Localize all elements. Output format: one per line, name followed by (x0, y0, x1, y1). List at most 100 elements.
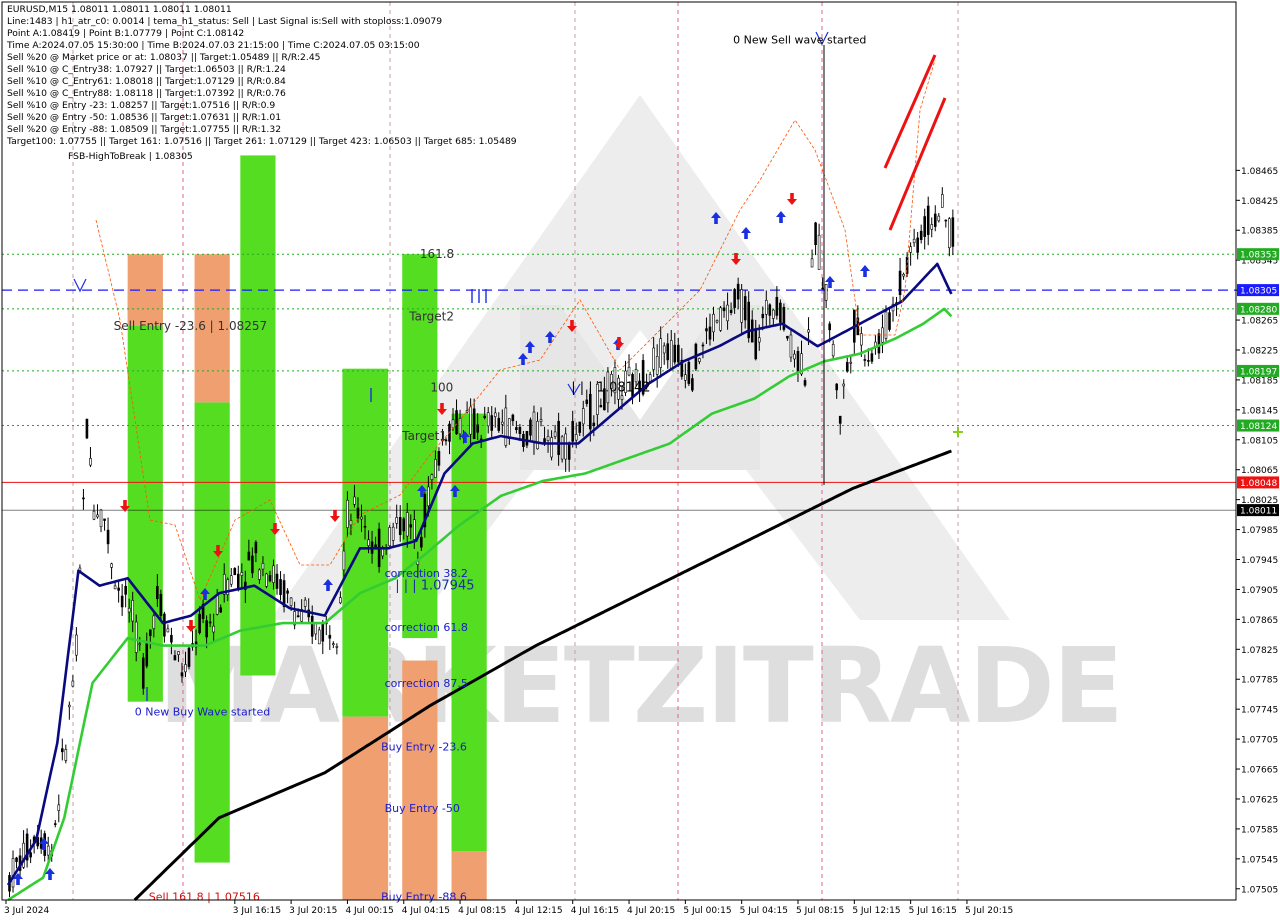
x-tick-label: 5 Jul 12:15 (852, 906, 900, 916)
candle-body (599, 405, 603, 408)
x-tick-label: 5 Jul 16:15 (909, 906, 957, 916)
candle-body (529, 419, 532, 436)
candle-body (933, 213, 937, 227)
candle-body (757, 337, 761, 343)
level-label: correction 61.8 (385, 621, 468, 634)
candle-body (500, 421, 504, 425)
y-tick-label: 1.08105 (1241, 436, 1278, 446)
y-tick-label: 1.07825 (1241, 646, 1278, 656)
price-tag-label: 1.08124 (1240, 422, 1277, 432)
y-tick-label: 1.08065 (1241, 466, 1278, 476)
candle-body (814, 222, 817, 246)
candle-body (585, 399, 589, 404)
candle-body (303, 599, 307, 607)
candle-body (11, 858, 15, 888)
x-tick-label: 3 Jul 2024 (4, 906, 49, 916)
fib-zone (342, 368, 389, 717)
candle-body (247, 551, 251, 561)
candle-body (469, 406, 472, 435)
candle-body (824, 283, 828, 301)
candle-body (772, 309, 775, 319)
candle-body (187, 647, 191, 667)
y-tick-label: 1.07985 (1241, 526, 1278, 536)
candle-body (465, 410, 469, 413)
candle-body (733, 289, 736, 308)
candle-body (708, 326, 712, 340)
candle-body (177, 651, 180, 655)
candle-body (346, 499, 349, 528)
y-tick-label: 1.07745 (1241, 706, 1278, 716)
x-tick-label: 5 Jul 04:15 (740, 906, 788, 916)
candle-body (296, 615, 300, 618)
candle-body (564, 433, 567, 460)
x-tick-label: 4 Jul 16:15 (571, 906, 619, 916)
candle-body (504, 407, 508, 446)
candle-body (233, 568, 237, 576)
x-tick-label: 3 Jul 16:15 (233, 906, 281, 916)
candle-body (339, 597, 342, 604)
candle-body (789, 334, 793, 358)
candle-body (219, 607, 222, 613)
candle-body (881, 327, 884, 343)
candle-body (490, 415, 494, 431)
candle-body (15, 857, 18, 862)
candle-body (96, 514, 99, 518)
candle-body (430, 474, 434, 480)
candle-body (395, 517, 399, 524)
candle-body (124, 585, 127, 595)
info-line: Sell %10 @ Entry -23: 1.08257 || Target:… (7, 100, 276, 111)
candle-body (60, 748, 64, 753)
y-tick-label: 1.08265 (1241, 317, 1278, 327)
level-label: 0 New Sell wave started (733, 33, 866, 46)
candle-body (691, 378, 694, 391)
candle-body (279, 579, 282, 595)
candle-body (314, 622, 318, 635)
candle-body (138, 643, 142, 646)
y-tick-label: 1.07865 (1241, 616, 1278, 626)
y-tick-label: 1.08425 (1241, 197, 1278, 207)
price-tag-label: 1.08353 (1240, 251, 1277, 261)
candle-body (409, 524, 413, 528)
candle-body (940, 194, 944, 208)
candle-body (684, 374, 687, 381)
candle-body (849, 361, 853, 364)
candle-body (332, 643, 335, 645)
candle-body (342, 550, 346, 571)
candle-body (673, 344, 677, 363)
candle-body (669, 340, 673, 369)
candle-body (898, 270, 902, 296)
candle-body (926, 205, 930, 235)
candle-body (110, 563, 113, 568)
info-line: Time A:2024.07.05 15:30:00 | Time B:2024… (7, 40, 420, 51)
candle-body (807, 329, 810, 333)
candle-body (275, 573, 279, 589)
level-label: Sell 161.8 | 1.07516 (149, 890, 260, 903)
candle-body (821, 287, 824, 290)
candle-body (141, 657, 145, 689)
x-tick-label: 4 Jul 08:15 (458, 906, 506, 916)
candle-body (240, 572, 244, 576)
candle-body (360, 516, 363, 520)
candle-body (208, 621, 212, 624)
info-line: Sell %20 @ Market price or at: 1.08037 |… (7, 52, 321, 63)
candle-body (828, 323, 831, 331)
candle-body (518, 426, 522, 435)
candle-body (229, 575, 233, 585)
x-tick-label: 4 Jul 12:15 (514, 906, 562, 916)
candle-body (845, 362, 849, 372)
candle-body (761, 313, 765, 319)
candle-body (620, 395, 624, 400)
candle-body (89, 458, 92, 466)
candle-body (476, 424, 479, 433)
candle-body (117, 587, 120, 591)
candle-body (335, 645, 339, 648)
candle-body (184, 664, 187, 673)
candle-body (705, 328, 708, 332)
y-tick-label: 1.07585 (1241, 825, 1278, 835)
candle-body (75, 634, 78, 656)
info-line: Line:1483 | h1_atr_c0: 0.0014 | tema_h1_… (7, 16, 443, 27)
candle-body (779, 302, 782, 323)
candle-body (712, 313, 715, 333)
candle-body (743, 296, 747, 321)
candle-body (215, 594, 219, 615)
